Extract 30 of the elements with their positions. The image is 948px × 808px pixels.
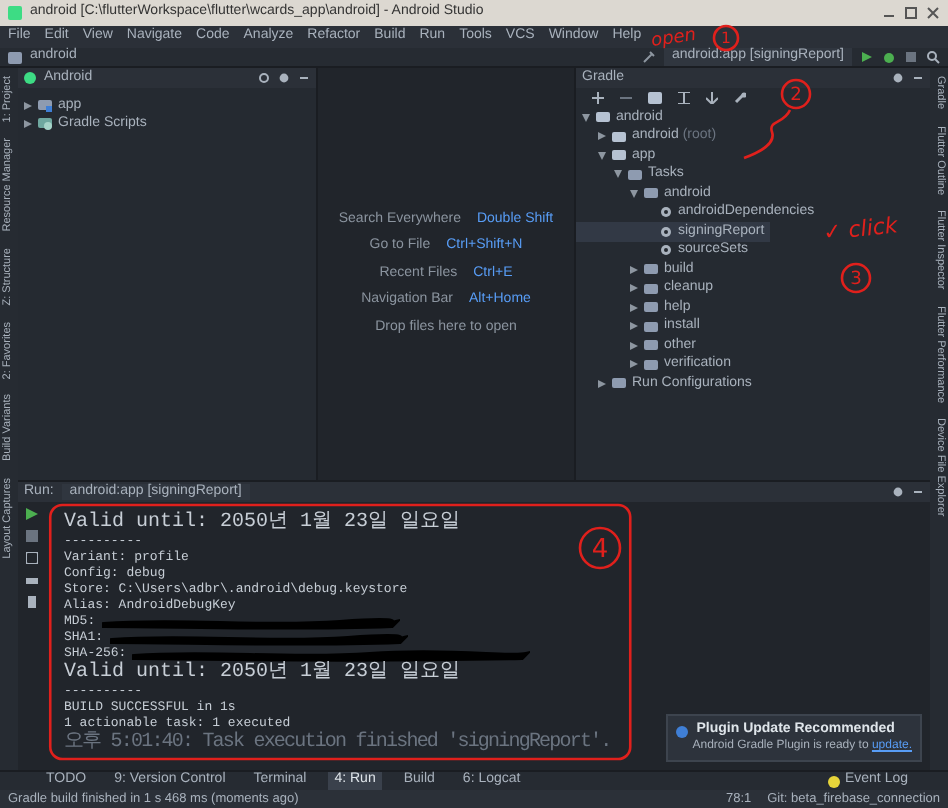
minimize-icon[interactable] bbox=[298, 72, 310, 84]
gradle-folder-icon bbox=[38, 118, 52, 131]
minimize-icon[interactable] bbox=[912, 72, 924, 84]
circled-number: 4 bbox=[578, 526, 622, 570]
circled-number: 3 bbox=[840, 262, 872, 294]
android-icon bbox=[24, 72, 36, 84]
add-icon[interactable] bbox=[592, 92, 604, 104]
maximize-icon[interactable] bbox=[904, 6, 918, 20]
remove-icon[interactable] bbox=[620, 92, 632, 104]
console-line: Valid until: 2050년 1월 23일 일요일 bbox=[64, 662, 461, 684]
search-icon[interactable] bbox=[926, 50, 940, 64]
close-icon[interactable] bbox=[926, 6, 940, 20]
circled-number: 2 bbox=[780, 78, 812, 110]
console-line: 오후 5:01:40: Task execution finished 'signingReport'. bbox=[64, 732, 611, 754]
app-icon bbox=[8, 6, 22, 20]
handwritten-note: ✓ click bbox=[821, 212, 899, 246]
run-icon[interactable] bbox=[26, 508, 38, 520]
folder-icon bbox=[8, 51, 22, 63]
layout-icon[interactable] bbox=[26, 552, 38, 564]
event-log-icon[interactable] bbox=[828, 775, 841, 787]
stop-icon[interactable] bbox=[904, 50, 918, 64]
collapse-all-icon[interactable] bbox=[706, 92, 718, 104]
expand-all-icon[interactable] bbox=[678, 92, 690, 104]
minimize-icon[interactable] bbox=[912, 486, 924, 498]
folder-icon bbox=[612, 378, 626, 389]
target-icon[interactable] bbox=[258, 72, 270, 84]
wrench-icon[interactable] bbox=[734, 92, 746, 104]
info-icon bbox=[676, 725, 689, 738]
module-folder-icon bbox=[38, 99, 52, 112]
console-line: Valid until: 2050년 1월 23일 일요일 bbox=[64, 512, 461, 534]
